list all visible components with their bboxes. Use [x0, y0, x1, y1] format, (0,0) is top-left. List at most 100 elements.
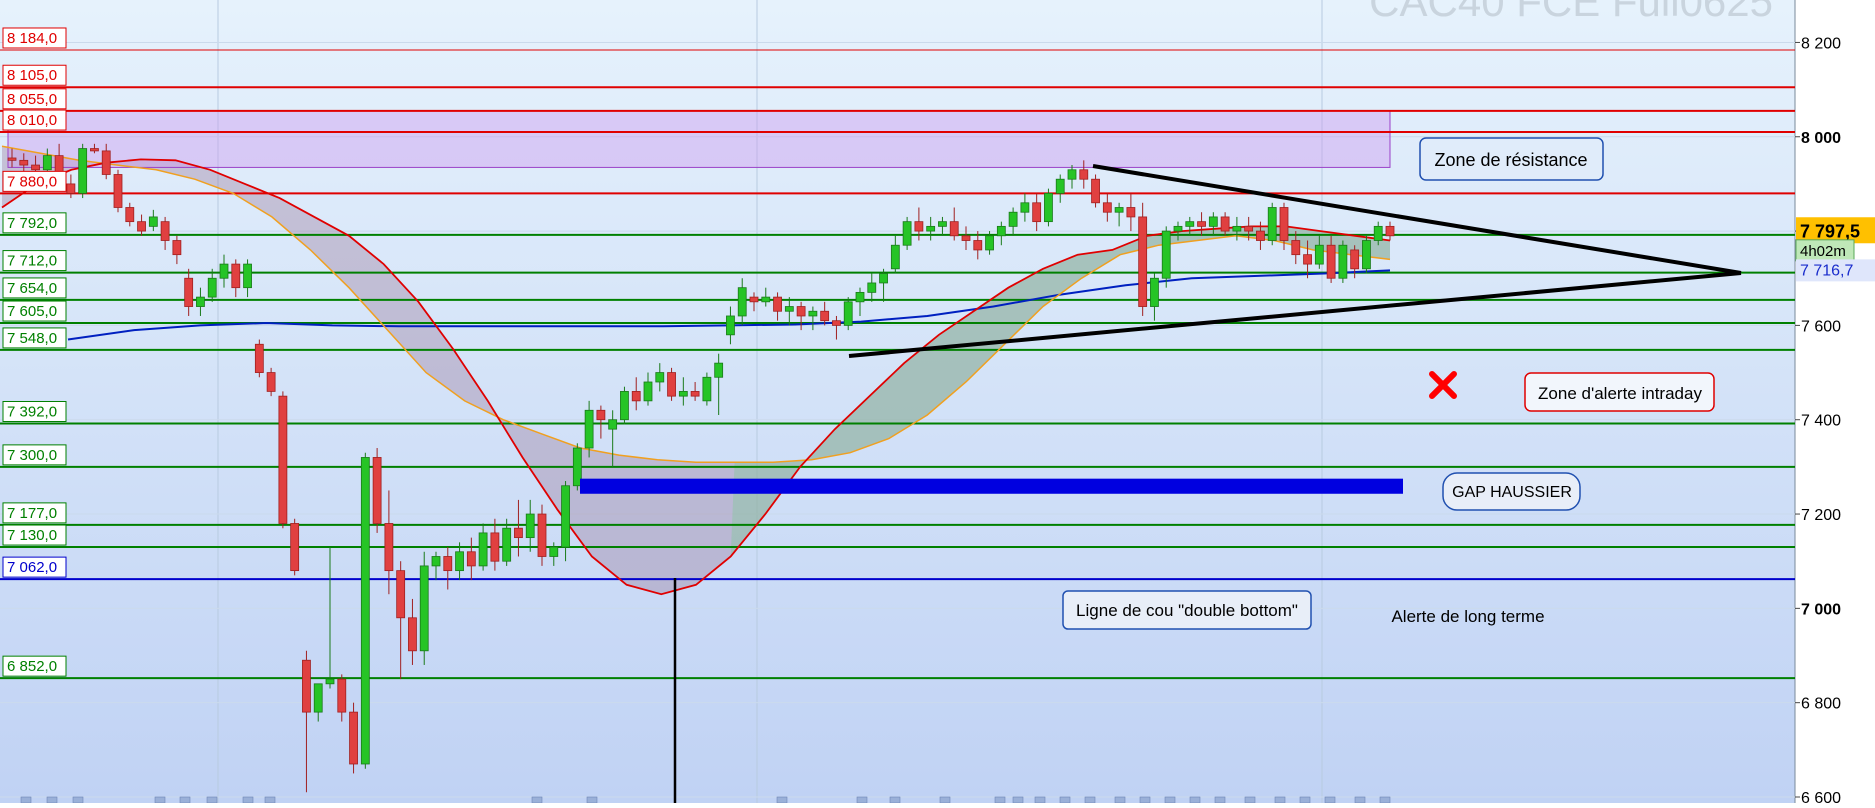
candle-body	[490, 532, 500, 562]
event-marker	[1299, 796, 1311, 804]
candle-body	[784, 306, 794, 312]
level-label: 8 105,0	[7, 67, 57, 84]
candle-body	[514, 527, 523, 539]
candle-body	[349, 711, 358, 765]
candle-body	[101, 150, 111, 175]
candle-body	[561, 485, 570, 548]
candle-body	[996, 225, 1006, 237]
candle-body	[78, 148, 88, 194]
event-marker	[1274, 796, 1286, 804]
candle-body	[1067, 169, 1077, 180]
cac40-chart: 8 184,0 8 105,0 8 055,0 8 010,0 7 880,0 7 792…	[0, 0, 1875, 807]
level-label: 8 010,0	[7, 112, 57, 129]
candle-body	[1385, 225, 1395, 237]
candle-body	[360, 457, 370, 765]
event-marker	[1084, 796, 1096, 804]
y-tick-label: 7 600	[1801, 318, 1841, 335]
candle-body	[1350, 249, 1360, 270]
candle-body	[1161, 230, 1171, 279]
candle-body	[867, 282, 877, 293]
candle-body	[31, 164, 40, 171]
candle-body	[596, 409, 606, 421]
candle-body	[42, 155, 52, 171]
candle-body	[1303, 254, 1312, 265]
candle-body	[749, 296, 759, 303]
candle-body	[290, 523, 300, 572]
candle-body	[961, 235, 971, 241]
chart-area: 8 184,0 8 105,0 8 055,0 8 010,0 7 880,0 7 792…	[0, 0, 1875, 807]
candle-body	[525, 513, 535, 539]
candle-body	[902, 221, 912, 246]
candle-body	[266, 372, 276, 392]
candle-body	[1362, 240, 1371, 270]
candle-body	[502, 527, 512, 562]
candle-body	[608, 419, 618, 430]
event-marker	[72, 796, 84, 804]
candle-body	[419, 565, 429, 652]
candle-body	[667, 372, 676, 397]
candle-body	[843, 301, 853, 326]
event-marker	[1379, 796, 1391, 804]
candle-body	[466, 551, 476, 567]
level-label: 8 055,0	[7, 91, 57, 108]
candle-body	[384, 523, 394, 572]
candle-body	[325, 678, 335, 685]
candle-body	[820, 310, 830, 322]
y-tick-label: 6 600	[1801, 790, 1841, 803]
candle-body	[643, 381, 653, 402]
candle-body	[620, 391, 629, 421]
candle-body	[678, 391, 688, 397]
candle-body	[796, 306, 806, 317]
y-tick-label: 7 000	[1801, 601, 1841, 618]
candle-body	[1114, 207, 1124, 213]
level-label: 7 654,0	[7, 280, 57, 297]
candle-body	[549, 546, 559, 557]
countdown-label: 4h02m	[1800, 243, 1846, 260]
event-marker	[889, 796, 901, 804]
event-marker	[856, 796, 868, 804]
event-marker	[531, 796, 543, 804]
y-tick-label: 7 400	[1801, 413, 1841, 430]
y-tick-label: 6 800	[1801, 696, 1841, 713]
y-tick-label: 8 000	[1801, 130, 1841, 147]
y-tick-label: 8 200	[1801, 35, 1841, 52]
candle-body	[1338, 244, 1348, 279]
candle-body	[737, 287, 747, 317]
level-label: 7 792,0	[7, 215, 57, 232]
candle-body	[7, 157, 17, 161]
candle-body	[125, 207, 135, 223]
candle-body	[207, 277, 217, 298]
candle-body	[113, 174, 123, 208]
resistance-label: Zone de résistance	[1434, 150, 1587, 170]
candle-body	[1008, 211, 1018, 227]
candle-body	[431, 556, 441, 567]
candle-body	[337, 678, 347, 713]
candle-body	[938, 221, 947, 227]
event-marker	[1139, 796, 1151, 804]
event-marker	[939, 796, 951, 804]
level-label: 7 062,0	[7, 559, 57, 576]
candle-body	[1326, 244, 1336, 279]
candle-body	[1020, 202, 1030, 213]
candle-body	[1267, 207, 1277, 241]
candle-body	[914, 221, 924, 232]
candle-body	[455, 551, 464, 572]
level-label: 7 392,0	[7, 403, 57, 420]
candle-body	[19, 159, 29, 166]
candle-body	[1291, 240, 1301, 256]
gap-bar	[580, 478, 1403, 494]
candle-body	[1091, 178, 1100, 204]
candle-body	[832, 320, 841, 326]
event-marker	[586, 796, 598, 804]
candle-body	[1150, 277, 1159, 307]
event-marker	[1114, 796, 1126, 804]
ma-value-label: 7 716,7	[1800, 262, 1853, 279]
candle-body	[1185, 221, 1195, 227]
candle-body	[584, 409, 594, 449]
event-marker	[1034, 796, 1046, 804]
candle-body	[137, 221, 146, 232]
candle-body	[1232, 225, 1242, 232]
candle-body	[761, 296, 771, 303]
candle-body	[254, 343, 264, 373]
candle-body	[702, 376, 712, 402]
